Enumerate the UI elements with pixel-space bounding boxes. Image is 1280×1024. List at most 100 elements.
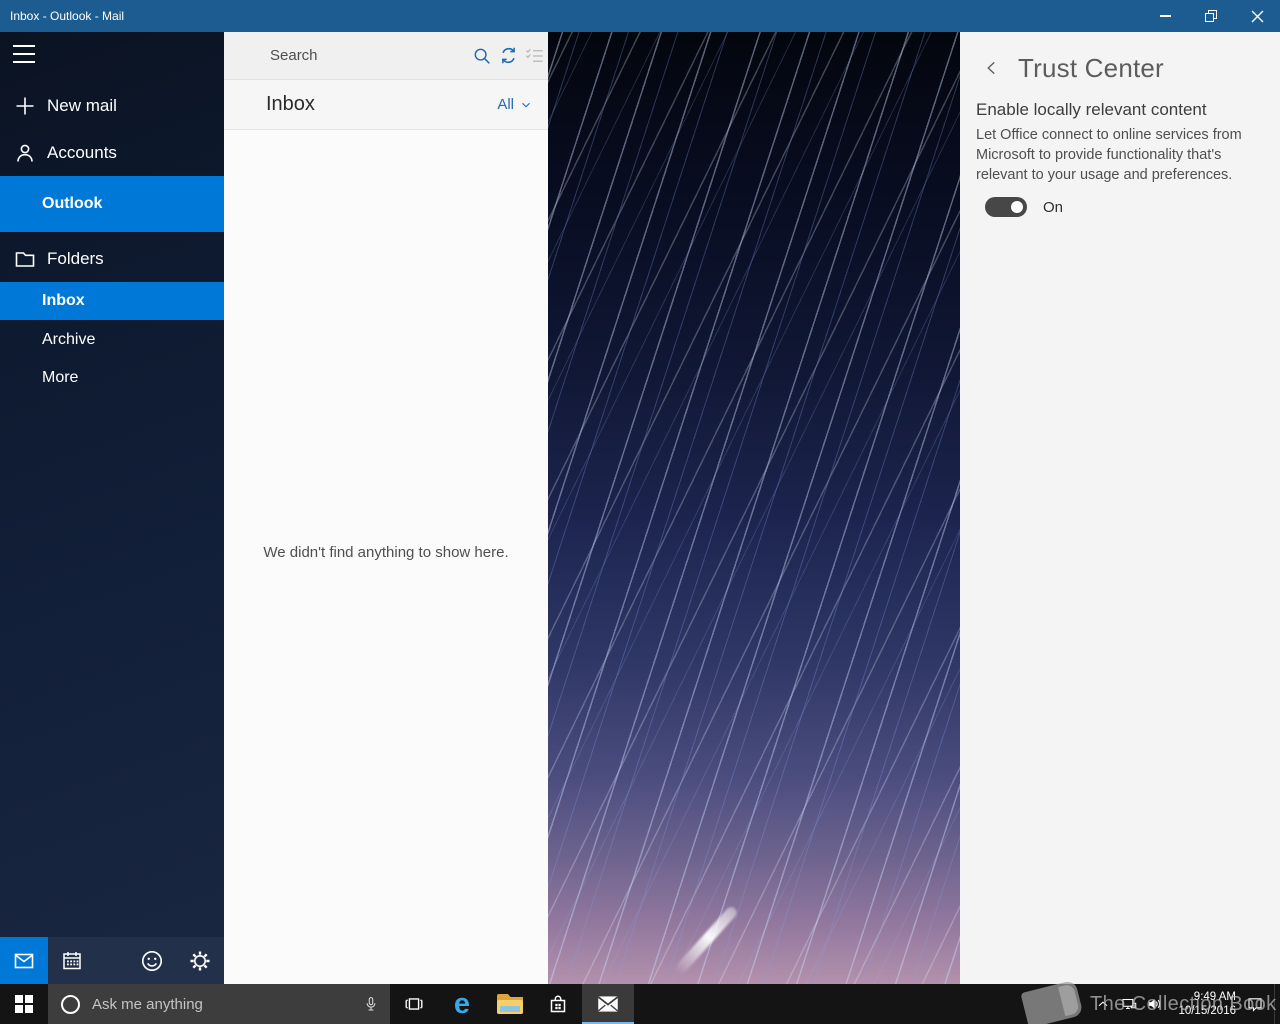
search-input[interactable]: [224, 32, 469, 79]
filter-value: All: [497, 96, 514, 113]
selection-mode-button[interactable]: [522, 32, 548, 80]
action-center-icon: [1246, 995, 1264, 1013]
toggle-row: On: [985, 197, 1063, 217]
minimize-icon: [1160, 15, 1171, 17]
sidebar-folder-inbox[interactable]: Inbox: [0, 282, 224, 320]
search-icon: [471, 45, 493, 67]
clock-time: 9:49 AM: [1172, 990, 1236, 1004]
folder-icon: [13, 247, 37, 271]
empty-state-text: We didn't find anything to show here.: [224, 544, 548, 561]
list-header: Inbox All: [224, 80, 548, 130]
file-explorer-button[interactable]: [486, 984, 534, 1024]
file-explorer-icon: [497, 994, 523, 1014]
search-bar: [224, 32, 548, 80]
system-tray: 9:49 AM 10/15/2016: [1090, 984, 1280, 1024]
calendar-view-button[interactable]: [48, 937, 96, 984]
toggle-state-label: On: [1043, 199, 1063, 216]
feedback-button[interactable]: [128, 937, 176, 984]
settings-header: Trust Center: [960, 50, 1280, 86]
folders-label: Folders: [47, 249, 104, 269]
window-controls: [1142, 0, 1280, 32]
network-tray-button[interactable]: [1116, 984, 1142, 1024]
folder-label: Archive: [0, 331, 95, 349]
sync-button[interactable]: [495, 32, 521, 80]
taskbar: e: [0, 984, 1280, 1024]
mail-view-button[interactable]: [0, 937, 48, 984]
reading-pane-wallpaper: [548, 32, 960, 984]
folder-label: Inbox: [0, 292, 85, 310]
sidebar-bottom-spacer: [96, 937, 128, 984]
sidebar-folder-archive[interactable]: Archive: [0, 322, 224, 358]
taskbar-search-input[interactable]: [80, 984, 362, 1024]
person-icon: [13, 141, 37, 165]
volume-tray-button[interactable]: [1142, 984, 1168, 1024]
settings-button[interactable]: [176, 937, 224, 984]
windows-logo-icon: [15, 995, 33, 1013]
hamburger-menu-button[interactable]: [13, 45, 37, 63]
folder-label: More: [0, 369, 78, 387]
close-icon: [1251, 10, 1264, 23]
microphone-icon: [362, 995, 380, 1013]
folders-header[interactable]: Folders: [0, 243, 224, 275]
chevron-up-icon: [1096, 997, 1110, 1011]
smiley-icon: [139, 948, 165, 974]
mail-app-window: New mail Accounts Outlook Folders Inbox: [0, 32, 1280, 984]
speaker-icon: [1146, 995, 1164, 1013]
hamburger-icon: [13, 45, 35, 47]
calendar-icon: [60, 949, 84, 973]
settings-pane: Trust Center Enable locally relevant con…: [960, 32, 1280, 984]
task-view-icon: [403, 993, 425, 1015]
mail-icon: [12, 949, 36, 973]
clock-date: 10/15/2016: [1172, 1004, 1236, 1018]
search-button[interactable]: [469, 32, 495, 80]
settings-section-heading: Enable locally relevant content: [976, 100, 1264, 120]
store-icon: [546, 992, 570, 1016]
store-button[interactable]: [534, 984, 582, 1024]
taskbar-search-box[interactable]: [48, 984, 390, 1024]
gear-icon: [187, 948, 213, 974]
message-list-pane: Inbox All We didn't find anything to sho…: [224, 32, 548, 984]
plus-icon: [13, 94, 37, 118]
chevron-down-icon: [520, 99, 532, 111]
accounts-header[interactable]: Accounts: [0, 137, 224, 169]
desktop: Inbox - Outlook - Mail: [0, 0, 1280, 1024]
settings-title: Trust Center: [1018, 53, 1164, 84]
edge-browser-button[interactable]: e: [438, 984, 486, 1024]
minimize-button[interactable]: [1142, 0, 1188, 32]
select-list-icon: [523, 44, 546, 67]
mail-app-icon: [595, 991, 621, 1017]
settings-description: Let Office connect to online services fr…: [976, 125, 1248, 185]
titlebar: Inbox - Outlook - Mail: [0, 0, 1280, 32]
sidebar-bottom-bar: [0, 937, 224, 984]
sidebar-folder-more[interactable]: More: [0, 360, 224, 396]
action-center-button[interactable]: [1242, 984, 1268, 1024]
back-button[interactable]: [980, 56, 1004, 80]
chevron-left-icon: [983, 59, 1001, 77]
star-trail-highlight: [673, 905, 739, 976]
locally-relevant-content-toggle[interactable]: [985, 197, 1027, 217]
account-name: Outlook: [0, 195, 102, 213]
restore-icon: [1205, 10, 1217, 22]
accounts-label: Accounts: [47, 143, 117, 163]
close-button[interactable]: [1234, 0, 1280, 32]
network-icon: [1120, 995, 1138, 1013]
start-button[interactable]: [0, 984, 48, 1024]
window-title: Inbox - Outlook - Mail: [0, 9, 1142, 23]
task-view-button[interactable]: [390, 984, 438, 1024]
tray-expand-button[interactable]: [1090, 984, 1116, 1024]
sync-icon: [497, 44, 520, 67]
filter-dropdown[interactable]: All: [497, 96, 548, 113]
folder-title: Inbox: [224, 93, 497, 116]
new-mail-button[interactable]: New mail: [0, 90, 224, 122]
restore-button[interactable]: [1188, 0, 1234, 32]
new-mail-label: New mail: [47, 96, 117, 116]
mail-app-taskbar-button[interactable]: [582, 984, 634, 1024]
edge-icon: e: [454, 990, 470, 1019]
account-item-outlook[interactable]: Outlook: [0, 176, 224, 232]
toggle-knob: [1011, 201, 1023, 213]
show-desktop-button[interactable]: [1274, 984, 1280, 1024]
navigation-sidebar: New mail Accounts Outlook Folders Inbox: [0, 32, 224, 984]
taskbar-clock[interactable]: 9:49 AM 10/15/2016: [1172, 990, 1236, 1018]
cortana-icon: [61, 995, 80, 1014]
book-logo-icon: [1020, 980, 1083, 1024]
